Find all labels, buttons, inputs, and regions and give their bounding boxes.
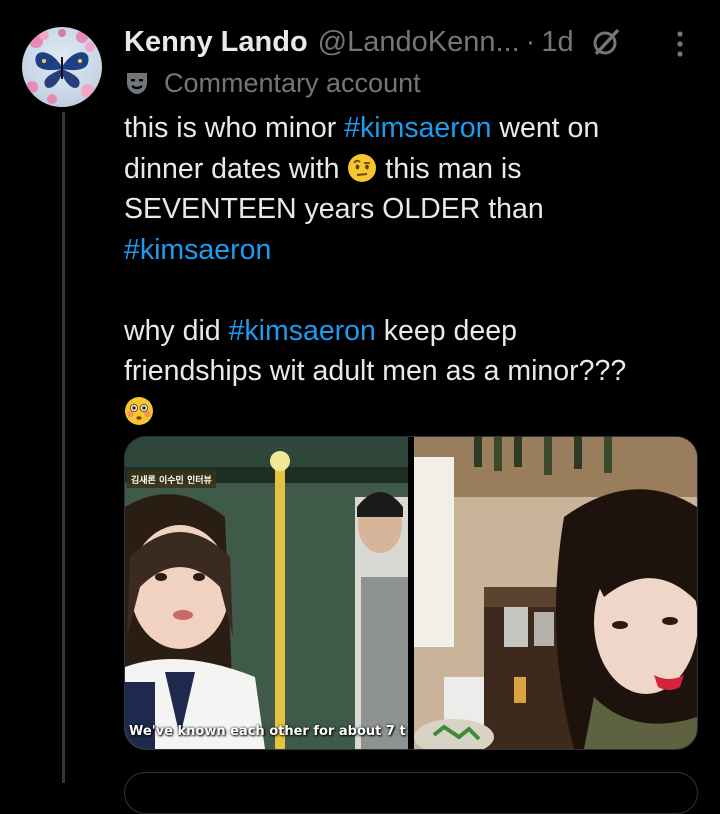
hashtag-link[interactable]: #kimsaeron <box>229 315 376 347</box>
text-segment: went on <box>491 112 600 144</box>
media-image-right[interactable] <box>414 437 697 749</box>
flushed-face-emoji <box>124 396 154 426</box>
separator-dot: · <box>525 25 536 58</box>
media-image-left[interactable]: 김새론 이수민 인터뷰 We've known each other for a… <box>125 437 408 749</box>
restaurant-selfie-photo <box>414 437 697 749</box>
grok-icon[interactable] <box>590 26 622 58</box>
subtitle-caption: We've known each other for about 7 t <box>129 724 406 739</box>
thread-line <box>62 112 65 783</box>
media-grid: 김새론 이수민 인터뷰 We've known each other for a… <box>124 436 698 750</box>
text-segment: keep deep <box>375 314 517 347</box>
user-handle[interactable]: @LandoKenn... <box>318 26 520 59</box>
butterfly-avatar-image <box>26 29 95 104</box>
tweet-line: SEVENTEEN years OLDER than <box>124 193 544 225</box>
tweet-line <box>124 392 694 433</box>
tweet-line: #kimsaeron <box>124 230 694 271</box>
timestamp[interactable]: 1d <box>541 26 573 59</box>
mask-icon <box>124 70 150 96</box>
text-segment: dinner dates with <box>124 152 348 185</box>
text-segment: why did <box>124 314 229 347</box>
tweet-line: this is who minor #kimsaeron went on <box>124 108 694 149</box>
text-segment: this is who minor <box>124 112 345 144</box>
tweet-line: why did #kimsaeron keep deep <box>124 311 694 352</box>
face-with-raised-eyebrow-emoji <box>347 153 377 183</box>
text-segment: this man is <box>377 152 522 185</box>
tv-caption-tag: 김새론 이수민 인터뷰 <box>127 471 216 488</box>
next-card-preview <box>124 772 698 814</box>
tweet-text: this is who minor #kimsaeron went on din… <box>124 108 694 432</box>
more-vertical-icon[interactable] <box>668 28 692 60</box>
display-name[interactable]: Kenny Lando <box>124 26 308 59</box>
avatar[interactable] <box>22 27 102 107</box>
commentary-label: Commentary account <box>124 64 421 102</box>
commentary-label-text: Commentary account <box>164 67 421 98</box>
tweet-line: dinner dates with this man is <box>124 149 694 190</box>
tweet-line: friendships wit adult men as a minor??? <box>124 355 627 387</box>
hashtag-link[interactable]: #kimsaeron <box>344 112 491 144</box>
hashtag-link[interactable]: #kimsaeron <box>124 234 271 266</box>
tweet-header: Kenny Lando @LandoKenn... · 1d <box>124 20 622 64</box>
